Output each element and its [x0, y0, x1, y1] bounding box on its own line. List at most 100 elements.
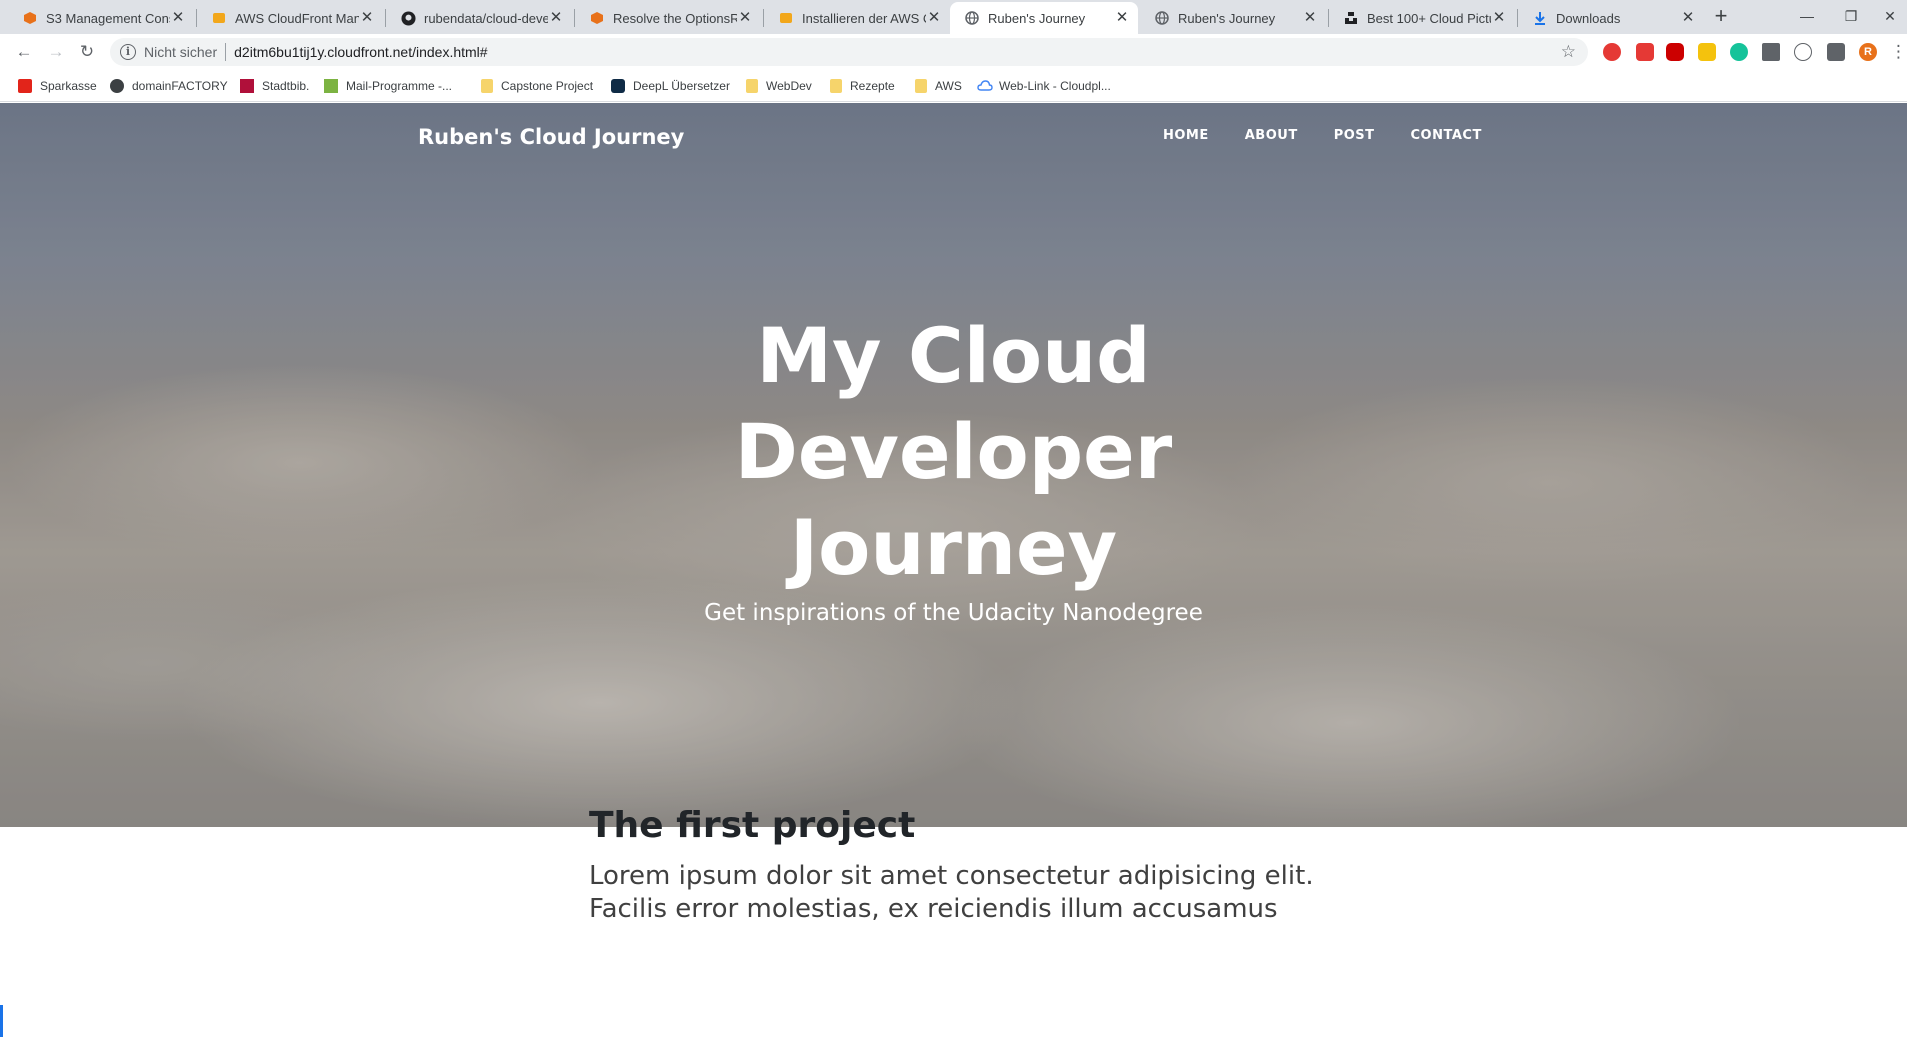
puzzle-extensions-icon[interactable]	[1827, 43, 1845, 61]
bookmark-mail-programme[interactable]: Mail-Programme -...	[324, 76, 452, 96]
aws-docs-icon	[778, 10, 794, 26]
folder-icon	[746, 79, 758, 93]
nav-home-link[interactable]: HOME	[1163, 128, 1209, 143]
mail-icon	[324, 79, 338, 93]
globe-icon	[964, 10, 980, 26]
folder-icon	[830, 79, 842, 93]
tab-cloudfront[interactable]: AWS CloudFront Mana ✕	[197, 2, 383, 34]
reload-button[interactable]: ↻	[75, 40, 99, 64]
tab-rubens-journey[interactable]: Ruben's Journey ✕	[1140, 2, 1326, 34]
security-label[interactable]: Nicht sicher	[144, 44, 217, 60]
info-icon[interactable]: i	[120, 44, 136, 60]
aws-s3-icon	[22, 10, 38, 26]
tab-title: Downloads	[1556, 10, 1621, 26]
notes-extension-icon[interactable]	[1698, 43, 1716, 61]
close-icon[interactable]: ✕	[1114, 10, 1130, 26]
bookmarks-bar: Sparkasse domainFACTORY Stadtbib. Mail-P…	[0, 70, 1907, 102]
bookmark-deepl[interactable]: DeepL Übersetzer	[611, 76, 730, 96]
close-icon[interactable]: ✕	[170, 10, 186, 26]
extension-badge-icon[interactable]	[1636, 43, 1654, 61]
address-bar[interactable]: i Nicht sicher d2itm6bu1tij1y.cloudfront…	[110, 38, 1588, 66]
tab-title: S3 Management Conso	[46, 10, 170, 26]
tab-title: Ruben's Journey	[988, 10, 1086, 26]
omnibox-divider	[225, 43, 227, 61]
nav-post-link[interactable]: POST	[1334, 128, 1375, 143]
tab-github[interactable]: rubendata/cloud-devel ✕	[386, 2, 572, 34]
formula-extension-icon[interactable]	[1794, 43, 1812, 61]
devtools-extension-icon[interactable]	[1762, 43, 1780, 61]
bookmark-label: Stadtbib.	[262, 79, 310, 93]
bookmark-sparkasse[interactable]: Sparkasse	[18, 76, 97, 96]
bookmark-label: Sparkasse	[40, 79, 97, 93]
bookmark-capstone-project[interactable]: Capstone Project	[481, 76, 593, 96]
url-text[interactable]: d2itm6bu1tij1y.cloudfront.net/index.html…	[234, 44, 487, 60]
post-excerpt: Lorem ipsum dolor sit amet consectetur a…	[589, 860, 1349, 926]
post-preview: The first project Lorem ipsum dolor sit …	[589, 805, 1349, 926]
bookmark-label: Web-Link - Cloudpl...	[999, 79, 1111, 93]
stadtbib-icon	[240, 79, 254, 93]
hero-subtitle: Get inspirations of the Udacity Nanodegr…	[704, 600, 1203, 626]
tab-resolve-options[interactable]: Resolve the OptionsRe ✕	[575, 2, 761, 34]
close-icon[interactable]: ✕	[1680, 10, 1696, 26]
cloud-icon	[977, 79, 993, 93]
hero-section: Ruben's Cloud Journey HOME ABOUT POST CO…	[0, 103, 1907, 827]
tab-strip: S3 Management Conso ✕ AWS CloudFront Man…	[0, 0, 1907, 34]
close-icon[interactable]: ✕	[1302, 10, 1318, 26]
tab-cloud-pictures[interactable]: Best 100+ Cloud Pictur ✕	[1329, 2, 1515, 34]
unsplash-icon	[1343, 10, 1359, 26]
bookmark-stadtbib[interactable]: Stadtbib.	[240, 76, 309, 96]
tab-title: rubendata/cloud-devel	[424, 10, 548, 26]
bookmark-aws[interactable]: AWS	[915, 76, 962, 96]
hero-title-line: Journey	[789, 503, 1118, 592]
nav-about-link[interactable]: ABOUT	[1245, 128, 1298, 143]
tab-title: Best 100+ Cloud Pictur	[1367, 10, 1491, 26]
aws-cube-icon	[589, 10, 605, 26]
grammarly-icon[interactable]	[1730, 43, 1748, 61]
tab-aws-cli[interactable]: Installieren der AWS CL ✕	[764, 2, 950, 34]
github-icon	[400, 10, 416, 26]
tab-title: Resolve the OptionsRe	[613, 10, 737, 26]
restore-button[interactable]: ❐	[1829, 2, 1873, 30]
close-window-button[interactable]: ✕	[1873, 2, 1907, 30]
sparkasse-icon	[18, 79, 32, 93]
folder-icon	[915, 79, 927, 93]
nav-contact-link[interactable]: CONTACT	[1411, 128, 1482, 143]
site-brand-link[interactable]: Ruben's Cloud Journey	[418, 125, 684, 149]
close-icon[interactable]: ✕	[737, 10, 753, 26]
tab-rubens-journey-active[interactable]: Ruben's Journey ✕	[950, 2, 1138, 34]
bookmark-star-icon[interactable]: ☆	[1561, 42, 1576, 62]
hero-title-line: My Cloud	[756, 311, 1151, 400]
minimize-button[interactable]: —	[1785, 2, 1829, 30]
bookmark-domainfactory[interactable]: domainFACTORY	[110, 76, 228, 96]
menu-kebab-icon[interactable]: ⋮	[1890, 40, 1907, 64]
hero-title-line: Developer	[734, 407, 1173, 496]
close-icon[interactable]: ✕	[359, 10, 375, 26]
post-title[interactable]: The first project	[589, 805, 1349, 846]
tab-downloads[interactable]: Downloads ✕	[1518, 2, 1704, 34]
tab-s3-management[interactable]: S3 Management Conso ✕	[8, 2, 194, 34]
bookmark-rezepte[interactable]: Rezepte	[830, 76, 895, 96]
download-icon	[1532, 10, 1548, 26]
close-icon[interactable]: ✕	[1491, 10, 1507, 26]
bookmark-label: WebDev	[766, 79, 812, 93]
folder-icon	[481, 79, 493, 93]
close-icon[interactable]: ✕	[548, 10, 564, 26]
domainfactory-icon	[110, 79, 124, 93]
youtube-extension-icon[interactable]	[1666, 43, 1684, 61]
deepl-icon	[611, 79, 625, 93]
profile-avatar[interactable]: R	[1859, 43, 1877, 61]
taskbar-edge	[0, 1005, 3, 1037]
page-viewport: Ruben's Cloud Journey HOME ABOUT POST CO…	[0, 103, 1907, 1037]
back-button[interactable]: ←	[12, 40, 36, 64]
new-tab-button[interactable]: +	[1709, 5, 1733, 29]
tab-title: Ruben's Journey	[1178, 10, 1276, 26]
close-icon[interactable]: ✕	[926, 10, 942, 26]
post-excerpt-line: Facilis error molestias, ex reiciendis i…	[589, 894, 1278, 924]
forward-button[interactable]: →	[44, 40, 68, 64]
adblock-plus-icon[interactable]	[1603, 43, 1621, 61]
bookmark-web-link-cloudpl[interactable]: Web-Link - Cloudpl...	[977, 76, 1111, 96]
post-excerpt-line: Lorem ipsum dolor sit amet consectetur a…	[589, 861, 1314, 891]
bookmark-webdev[interactable]: WebDev	[746, 76, 812, 96]
tab-title: AWS CloudFront Mana	[235, 10, 359, 26]
site-nav: HOME ABOUT POST CONTACT	[1163, 128, 1518, 143]
